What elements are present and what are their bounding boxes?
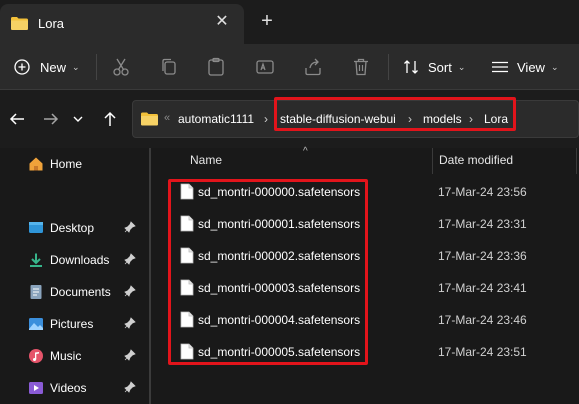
close-tab-icon[interactable]: ✕ [214,14,230,30]
sort-icon [404,60,418,74]
overflow-chevron-icon[interactable]: « [164,112,170,124]
sidebar-item-downloads[interactable]: Downloads [0,246,148,274]
column-divider[interactable] [576,148,577,174]
files-highlight-box [168,179,368,365]
tab-lora[interactable]: Lora ✕ [0,4,244,44]
desktop-icon [29,222,43,233]
sidebar-item-pictures[interactable]: Pictures [0,310,148,338]
pin-icon[interactable] [124,349,136,361]
breadcrumb-automatic1111[interactable]: automatic1111 [178,112,254,126]
file-date-modified: 17-Mar-24 23:31 [438,217,527,231]
sidebar-item-label: Downloads [50,253,110,267]
column-header-date-modified[interactable]: Date modified [439,153,513,167]
new-button[interactable]: New ⌄ [14,52,80,82]
pin-icon[interactable] [124,381,136,393]
document-icon [30,285,42,299]
toolbar-divider [388,54,389,80]
sidebar-item-videos[interactable]: Videos [0,374,148,402]
rename-icon[interactable] [254,56,276,78]
column-divider[interactable] [432,148,433,174]
sidebar-item-label: Pictures [50,317,94,331]
back-arrow-icon[interactable] [8,110,26,128]
command-bar: New ⌄ Sort ⌄ View ⌄ [0,44,579,90]
sidebar-item-label: Videos [50,381,87,395]
sidebar-item-label: Desktop [50,221,95,235]
sidebar-item-label: Home [50,157,83,171]
tab-title: Lora [38,16,65,31]
chevron-down-icon: ⌄ [457,61,466,72]
new-label: New [40,59,67,75]
chevron-down-icon: ⌄ [72,61,80,72]
sort-button[interactable]: Sort ⌄ [403,52,465,82]
picture-icon [29,318,43,330]
paste-icon[interactable] [205,56,227,78]
cut-icon[interactable] [110,56,132,78]
new-tab-icon[interactable]: + [257,11,277,32]
chevron-down-icon: ⌄ [550,61,559,72]
tab-bar: Lora ✕ + [0,0,579,44]
plus-circle-icon [14,59,30,75]
download-icon [30,253,42,267]
view-label: View [517,59,545,75]
sort-ascending-icon: ^ [303,146,308,157]
file-date-modified: 17-Mar-24 23:56 [438,185,527,199]
folder-icon [141,112,158,126]
delete-icon[interactable] [350,56,372,78]
file-date-modified: 17-Mar-24 23:36 [438,249,527,263]
sidebar-item-documents[interactable]: Documents [0,278,148,306]
file-date-modified: 17-Mar-24 23:51 [438,345,527,359]
address-highlight-box [274,97,516,131]
sidebar-item-home[interactable]: Home [0,150,148,178]
copy-icon[interactable] [158,56,180,78]
view-list-icon [492,61,508,73]
navigation-pane: Home Desktop Downloads Documents Picture… [0,148,150,404]
recent-chevron-icon[interactable] [71,110,85,128]
share-icon[interactable] [302,56,324,78]
sidebar-item-music[interactable]: Music [0,342,148,370]
home-icon [29,157,43,171]
file-date-modified: 17-Mar-24 23:41 [438,281,527,295]
video-icon [29,382,43,394]
music-icon [29,349,43,363]
pin-icon[interactable] [124,317,136,329]
pin-icon[interactable] [124,285,136,297]
pin-icon[interactable] [124,253,136,265]
folder-icon [11,17,28,30]
column-header-name[interactable]: Name [190,153,222,167]
pin-icon[interactable] [124,221,136,233]
sidebar-item-label: Music [50,349,82,363]
sidebar-item-label: Documents [50,285,111,299]
view-button[interactable]: View ⌄ [491,52,559,82]
breadcrumb-separator[interactable]: › [264,112,268,126]
file-date-modified: 17-Mar-24 23:46 [438,313,527,327]
toolbar-divider [96,54,97,80]
forward-arrow-icon[interactable] [42,110,60,128]
sort-label: Sort [428,59,452,75]
up-arrow-icon[interactable] [101,110,119,128]
sidebar-item-desktop[interactable]: Desktop [0,214,148,242]
